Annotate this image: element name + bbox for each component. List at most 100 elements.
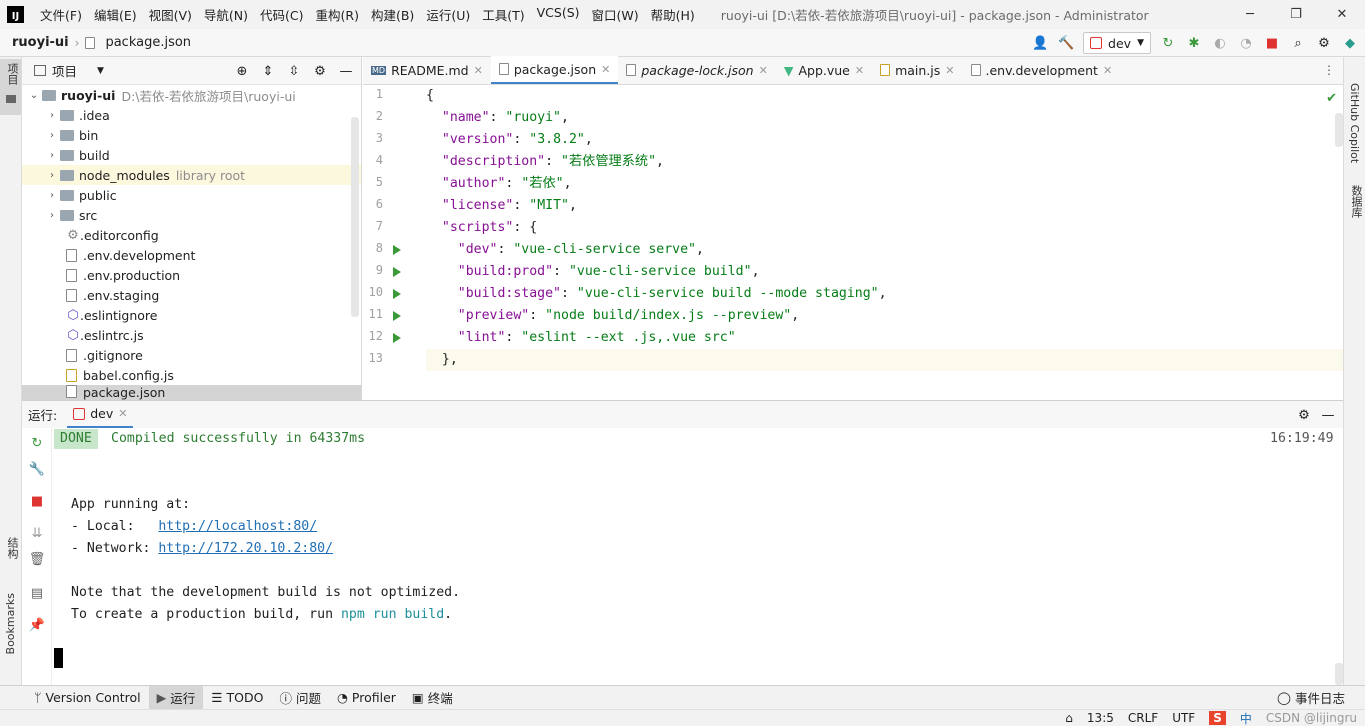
line-separator[interactable]: CRLF <box>1128 711 1158 725</box>
tree-item-idea[interactable]: › .idea <box>22 105 361 125</box>
close-icon[interactable]: ✕ <box>1103 64 1112 77</box>
more-tabs-icon[interactable]: ⋮ <box>1323 63 1335 77</box>
profile-icon[interactable]: ◔ <box>1237 34 1255 52</box>
tool-terminal[interactable]: ▣ 终端 <box>404 686 461 710</box>
chevron-right-icon[interactable]: › <box>44 170 60 181</box>
menu-build[interactable]: 构建(B) <box>365 5 420 24</box>
chevron-right-icon[interactable]: › <box>44 190 60 201</box>
chevron-right-icon[interactable]: › <box>44 110 60 121</box>
coverage-icon[interactable]: ◐ <box>1211 34 1229 52</box>
tree-item-public[interactable]: › public <box>22 185 361 205</box>
tree-item-env-production[interactable]: .env.production <box>22 265 361 285</box>
tool-run[interactable]: ▶ 运行 <box>148 685 204 710</box>
database-tool-button[interactable]: 数据库 <box>1344 185 1365 241</box>
rerun-icon[interactable]: ↻ <box>28 434 46 452</box>
hammer-build-icon[interactable]: 🔨 <box>1057 34 1075 52</box>
run-script-icon[interactable] <box>393 289 401 299</box>
tree-item-build[interactable]: › build <box>22 145 361 165</box>
tool-profiler[interactable]: ◔ Profiler <box>329 686 404 710</box>
tool-problems[interactable]: ⓘ 问题 <box>271 686 329 710</box>
tree-item-editorconfig[interactable]: ⚙ .editorconfig <box>22 225 361 245</box>
plugin-icon[interactable]: ◆ <box>1341 34 1359 52</box>
restore-icon[interactable]: ❐ <box>1273 0 1319 29</box>
network-url-link[interactable]: http://172.20.10.2:80/ <box>158 541 333 556</box>
local-url-link[interactable]: http://localhost:80/ <box>158 519 317 534</box>
editor-scrollbar[interactable] <box>1335 113 1343 147</box>
hide-panel-icon[interactable]: — <box>337 62 355 80</box>
breadcrumb-project[interactable]: ruoyi-ui <box>12 35 69 50</box>
tool-todo[interactable]: ☰ TODO <box>203 686 271 710</box>
tab-package-lock-json[interactable]: package-lock.json ✕ <box>618 56 775 84</box>
project-scrollbar[interactable] <box>351 117 359 317</box>
run-script-icon[interactable] <box>393 245 401 255</box>
console-output[interactable]: DONE Compiled successfully in 64337ms 16… <box>54 428 1334 686</box>
close-icon[interactable]: ✕ <box>1319 0 1365 29</box>
menu-window[interactable]: 窗口(W) <box>586 5 645 24</box>
tree-item-eslintrc[interactable]: ⬡ .eslintrc.js <box>22 325 361 345</box>
minimize-icon[interactable]: ─ <box>1227 0 1273 29</box>
locate-target-icon[interactable]: ⊕ <box>233 62 251 80</box>
caret-position[interactable]: 13:5 <box>1087 711 1114 725</box>
menu-vcs[interactable]: VCS(S) <box>531 5 586 24</box>
close-icon[interactable]: ✕ <box>118 407 127 420</box>
menu-refactor[interactable]: 重构(R) <box>310 5 365 24</box>
ime-mode[interactable]: 中 <box>1240 710 1252 727</box>
tool-event-log[interactable]: ◯ 事件日志 <box>1269 686 1353 710</box>
copilot-tool-button[interactable]: GitHub Copilot <box>1344 83 1365 173</box>
menu-tools[interactable]: 工具(T) <box>476 5 530 24</box>
gear-icon[interactable]: ⚙ <box>311 62 329 80</box>
stop-icon[interactable]: ■ <box>1263 34 1281 52</box>
trash-icon[interactable]: 🗑 <box>28 550 46 568</box>
tree-item-bin[interactable]: › bin <box>22 125 361 145</box>
close-icon[interactable]: ✕ <box>759 64 768 77</box>
tree-item-gitignore[interactable]: .gitignore <box>22 345 361 365</box>
code-content[interactable]: { "name": "ruoyi", "version": "3.8.2", "… <box>426 85 1343 400</box>
menu-run[interactable]: 运行(U) <box>420 5 476 24</box>
tree-item-env-staging[interactable]: .env.staging <box>22 285 361 305</box>
menu-view[interactable]: 视图(V) <box>143 5 198 24</box>
structure-tool-button[interactable]: 结构 <box>0 537 21 581</box>
user-icon[interactable]: 👤 <box>1031 34 1049 52</box>
tree-item-eslintignore[interactable]: ⬡ .eslintignore <box>22 305 361 325</box>
tree-root[interactable]: ⌄ ruoyi-ui D:\若依-若依旅游项目\ruoyi-ui <box>22 85 361 105</box>
tree-item-package-json[interactable]: package.json <box>22 385 361 400</box>
console-scrollbar[interactable] <box>1335 663 1343 685</box>
hide-panel-icon[interactable]: — <box>1319 406 1337 424</box>
close-icon[interactable]: ✕ <box>855 64 864 77</box>
tab-package-json[interactable]: package.json ✕ <box>490 56 619 84</box>
debug-bug-icon[interactable]: ✱ <box>1185 34 1203 52</box>
bookmarks-tool-button[interactable]: Bookmarks <box>0 593 21 677</box>
menu-file[interactable]: 文件(F) <box>34 5 88 24</box>
tree-item-env-development[interactable]: .env.development <box>22 245 361 265</box>
tree-item-babel-config[interactable]: babel.config.js <box>22 365 361 385</box>
stop-icon[interactable]: ■ <box>28 492 46 510</box>
chevron-right-icon[interactable]: › <box>44 150 60 161</box>
run-script-icon[interactable] <box>393 333 401 343</box>
tree-item-node-modules[interactable]: › node_modules library root <box>22 165 361 185</box>
gear-icon[interactable]: ⚙ <box>1315 34 1333 52</box>
close-icon[interactable]: ✕ <box>474 64 483 77</box>
collapse-all-icon[interactable]: ⇳ <box>285 62 303 80</box>
chevron-right-icon[interactable]: › <box>44 210 60 221</box>
breadcrumb-file[interactable]: package.json <box>85 35 191 50</box>
menu-edit[interactable]: 编辑(E) <box>88 5 143 24</box>
rerun-icon[interactable]: ↻ <box>1159 34 1177 52</box>
chevron-down-icon[interactable]: ⌄ <box>26 90 42 101</box>
chevron-right-icon[interactable]: › <box>44 130 60 141</box>
tab-main-js[interactable]: main.js ✕ <box>872 56 962 84</box>
tab-env-development[interactable]: .env.development ✕ <box>963 56 1121 84</box>
tab-readme[interactable]: MD README.md ✕ <box>363 56 491 84</box>
menu-code[interactable]: 代码(C) <box>254 5 309 24</box>
run-tab-dev[interactable]: dev ✕ <box>67 401 134 428</box>
chevron-down-icon[interactable]: ▼ <box>97 66 104 76</box>
menu-help[interactable]: 帮助(H) <box>645 5 701 24</box>
scroll-to-end-icon[interactable]: ⇊ <box>28 524 46 542</box>
close-icon[interactable]: ✕ <box>945 64 954 77</box>
tree-item-src[interactable]: › src <box>22 205 361 225</box>
run-script-icon[interactable] <box>393 267 401 277</box>
tool-version-control[interactable]: ᛘ Version Control <box>26 686 149 710</box>
tab-app-vue[interactable]: ▼ App.vue ✕ <box>776 56 872 84</box>
wrench-icon[interactable]: 🔧 <box>28 460 46 478</box>
pin-icon[interactable]: 📌 <box>28 616 46 634</box>
layout-icon[interactable]: ▤ <box>28 584 46 602</box>
